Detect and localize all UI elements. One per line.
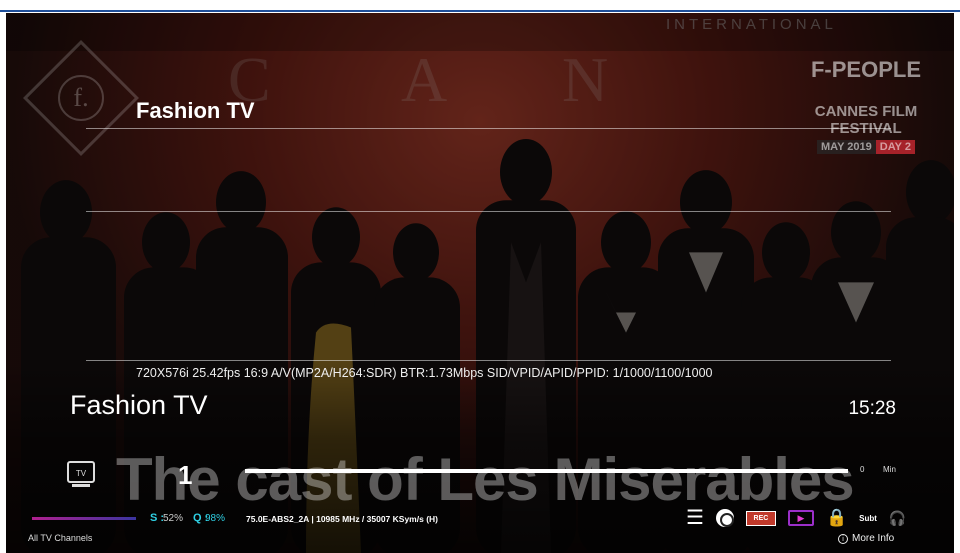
divider: [86, 211, 891, 212]
event-month: MAY 2019: [817, 140, 876, 154]
tv-icon: TV: [66, 460, 98, 490]
lock-icon[interactable]: 🔒: [826, 508, 847, 528]
event-name: CANNES FILM FESTIVAL: [814, 103, 918, 137]
record-icon[interactable]: REC: [745, 510, 776, 526]
top-overlay: [6, 13, 954, 51]
subtitle-icon[interactable]: Subt: [859, 514, 877, 523]
signal-quality-value: 98%: [205, 513, 226, 524]
more-info-label: More Info: [852, 533, 895, 544]
transponder-info: 75.0E-ABS2_2A | 10985 MHz / 35007 KSym/s…: [246, 514, 438, 524]
channel-group[interactable]: All TV Channels: [28, 533, 92, 543]
divider: [86, 360, 891, 361]
info-icon: i: [838, 534, 848, 544]
event-date: MAY 2019 DAY 2: [817, 140, 915, 154]
logo-letter: f.: [58, 75, 104, 121]
signal-strength-value: 52%: [163, 513, 184, 524]
more-info-button[interactable]: i More Info: [838, 533, 894, 544]
timer-icon[interactable]: [715, 509, 734, 527]
epg-progress-bar: [245, 469, 848, 473]
audio-icon[interactable]: 🎧: [889, 510, 906, 527]
divider: [86, 128, 891, 129]
menu-icon[interactable]: ☰: [686, 508, 704, 528]
osd-channel-title: Fashion TV: [136, 98, 255, 123]
event-day: DAY 2: [875, 140, 915, 154]
top-border: [0, 10, 960, 12]
tv-icon-label: TV: [76, 469, 87, 478]
broadcaster-logo: F-PEOPLE CANNES FILM FESTIVAL MAY 2019 DA…: [796, 57, 936, 155]
osd-icon-bar: ☰ REC ▶ 🔒 Subt 🎧: [686, 508, 906, 528]
channel-name: Fashion TV: [70, 390, 208, 420]
video-caption-text: The cast of Les Miserables: [116, 446, 855, 513]
app-frame: C A N INTERNATIONAL f. F-PEOPLE CANNES F…: [0, 0, 960, 553]
signal-strength-bar: [32, 517, 136, 520]
remaining-unit: Min: [883, 465, 896, 474]
brand-name: F-PEOPLE: [810, 57, 921, 82]
stream-tech-info: 720X576i 25.42fps 16:9 A/V(MP2A/H264:SDR…: [136, 366, 713, 380]
remaining-minutes: 0: [860, 465, 865, 474]
media-icon[interactable]: ▶: [787, 510, 814, 526]
epg-progress-fill: [245, 469, 848, 473]
signal-strength-label: S :: [150, 512, 165, 524]
channel-number: 1: [178, 460, 193, 490]
current-time: 15:28: [848, 398, 896, 419]
